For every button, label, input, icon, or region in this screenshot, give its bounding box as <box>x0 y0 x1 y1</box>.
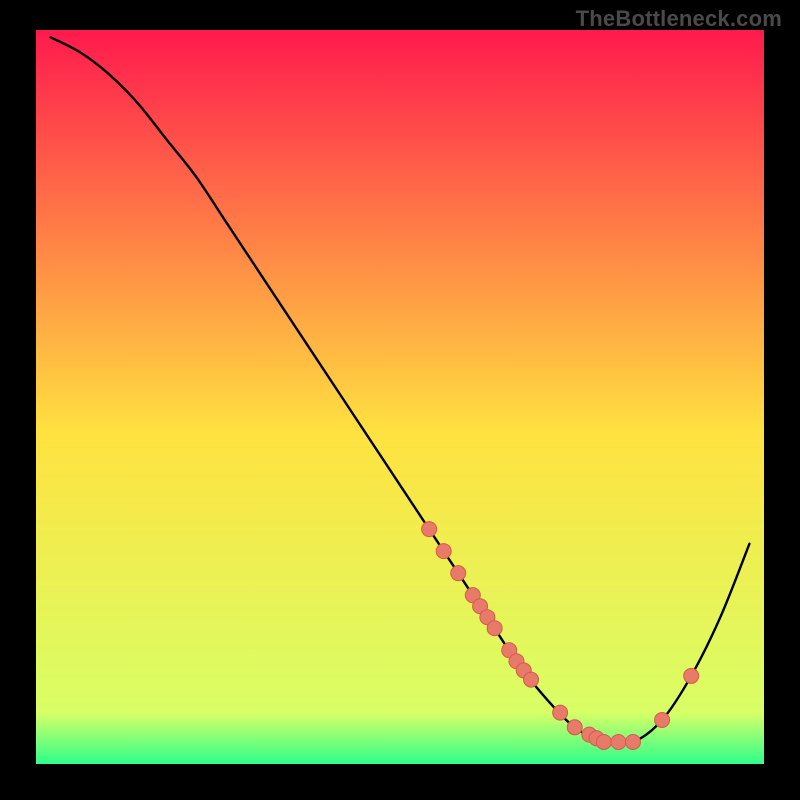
curve-marker <box>422 522 437 537</box>
curve-marker <box>451 566 466 581</box>
bottleneck-chart <box>0 0 800 800</box>
watermark-text: TheBottleneck.com <box>576 6 782 32</box>
plot-area <box>36 30 764 764</box>
curve-marker <box>524 672 539 687</box>
curve-marker <box>655 712 670 727</box>
chart-container: TheBottleneck.com <box>0 0 800 800</box>
curve-marker <box>611 734 626 749</box>
curve-marker <box>596 734 611 749</box>
curve-marker <box>487 621 502 636</box>
curve-marker <box>625 734 640 749</box>
curve-marker <box>684 668 699 683</box>
curve-marker <box>553 705 568 720</box>
curve-marker <box>567 720 582 735</box>
curve-marker <box>436 544 451 559</box>
